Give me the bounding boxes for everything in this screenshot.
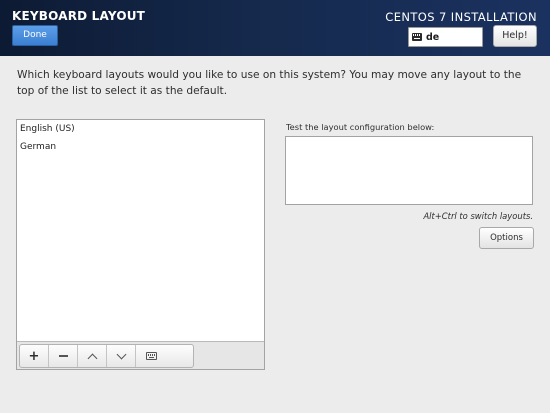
spoke-title: KEYBOARD LAYOUT xyxy=(12,9,146,23)
minus-icon xyxy=(58,355,68,357)
switch-layout-hint: Alt+Ctrl to switch layouts. xyxy=(423,211,533,221)
header-bar: KEYBOARD LAYOUT Done CENTOS 7 INSTALLATI… xyxy=(0,0,550,56)
keyboard-layout-code: de xyxy=(426,31,440,43)
keyboard-layout-indicator[interactable]: de xyxy=(408,27,483,47)
chevron-up-icon xyxy=(87,353,97,363)
keyboard-icon xyxy=(412,33,422,41)
instructions-text: Which keyboard layouts would you like to… xyxy=(17,69,522,97)
layout-toolbar-buttons: + xyxy=(19,344,194,368)
chevron-down-icon xyxy=(116,349,126,359)
move-layout-up-button[interactable] xyxy=(78,345,107,367)
help-button[interactable]: Help! xyxy=(493,25,537,47)
keyboard-icon xyxy=(146,352,157,360)
add-layout-button[interactable]: + xyxy=(20,345,49,367)
layout-item-german[interactable]: German xyxy=(20,142,56,152)
layout-item-english-us[interactable]: English (US) xyxy=(20,124,75,134)
test-area-label: Test the layout configuration below: xyxy=(286,122,435,132)
layout-list-toolbar: + xyxy=(17,341,264,369)
remove-layout-button[interactable] xyxy=(49,345,78,367)
done-button[interactable]: Done xyxy=(12,25,58,46)
layout-list[interactable]: English (US) German + xyxy=(16,119,265,370)
plus-icon: + xyxy=(28,348,40,364)
installation-title: CENTOS 7 INSTALLATION xyxy=(385,10,537,24)
test-layout-input[interactable] xyxy=(285,136,533,205)
move-layout-down-button[interactable] xyxy=(107,345,136,367)
preview-layout-button[interactable] xyxy=(136,345,193,367)
options-button[interactable]: Options xyxy=(479,227,534,249)
